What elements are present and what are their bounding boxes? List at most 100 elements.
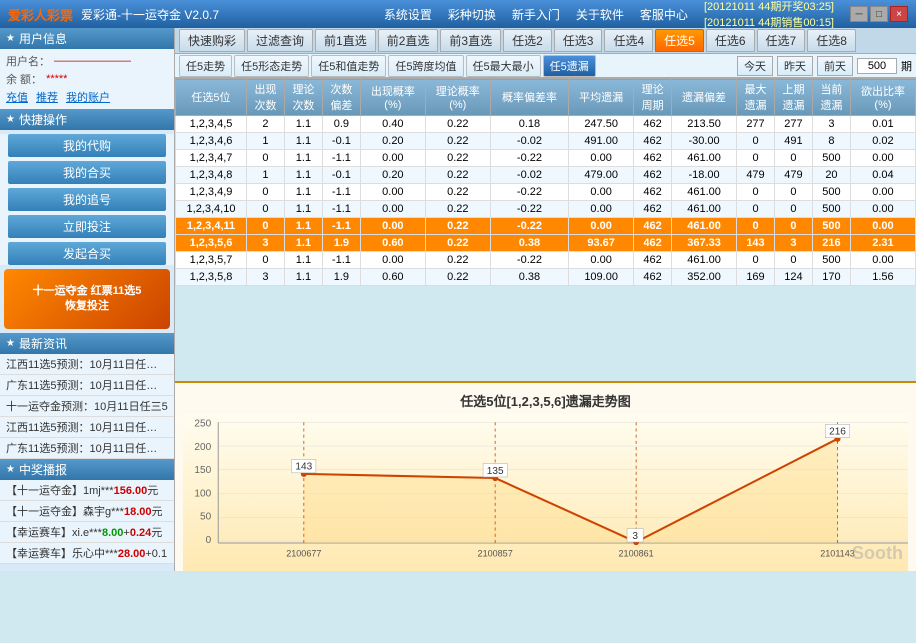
table-row[interactable]: 1,2,3,4,1101.1-1.10.000.22-0.220.0046246…	[176, 218, 916, 235]
news-item[interactable]: 十一运夺金预测：10月11日任三5	[0, 396, 174, 417]
menu-system-settings[interactable]: 系统设置	[384, 6, 432, 23]
subtab-sum-trend[interactable]: 任5和值走势	[311, 55, 386, 77]
table-cell: 500	[812, 184, 850, 201]
table-cell: -0.1	[322, 167, 360, 184]
table-cell: -0.22	[490, 218, 568, 235]
news-item[interactable]: 江西11选5预测：10月11日任三中	[0, 354, 174, 375]
tab-choose2[interactable]: 任选2	[503, 29, 552, 52]
close-button[interactable]: ×	[890, 6, 908, 22]
table-cell: 3	[774, 235, 812, 252]
subtab-form-trend[interactable]: 任5形态走势	[234, 55, 309, 77]
menu-customer[interactable]: 客服中心	[640, 6, 688, 23]
banner[interactable]: 十一运夺金 红票11选5恢复投注	[4, 269, 170, 329]
table-cell: 0.00	[850, 184, 915, 201]
table-row[interactable]: 1,2,3,4,811.1-0.10.200.22-0.02479.00462-…	[176, 167, 916, 184]
recharge-link[interactable]: 充值	[6, 89, 28, 105]
table-cell: 1.1	[284, 167, 322, 184]
news-item[interactable]: 广东11选5预测：10月11日任三中	[0, 375, 174, 396]
table-cell: 0	[737, 218, 775, 235]
tab-choose4[interactable]: 任选4	[604, 29, 653, 52]
news-item[interactable]: 广东11选5预测：10月11日任四中	[0, 438, 174, 459]
table-cell: -0.22	[490, 184, 568, 201]
minimize-button[interactable]: ─	[850, 6, 868, 22]
svg-text:2100677: 2100677	[286, 548, 321, 558]
menu-newbie[interactable]: 新手入门	[512, 6, 560, 23]
table-cell: 0.00	[569, 150, 634, 167]
tab-choose8[interactable]: 任选8	[807, 29, 856, 52]
table-cell: 0.00	[850, 252, 915, 269]
table-row[interactable]: 1,2,3,4,1001.1-1.10.000.22-0.220.0046246…	[176, 201, 916, 218]
table-area[interactable]: 任选5位 出现次数 理论次数 次数偏差 出现概率(%) 理论概率(%) 概率偏差…	[175, 78, 916, 381]
maximize-button[interactable]: □	[870, 6, 888, 22]
table-cell: 500	[812, 201, 850, 218]
table-cell: 3	[246, 235, 284, 252]
table-cell: 216	[812, 235, 850, 252]
my-chase-button[interactable]: 我的追号	[8, 188, 166, 211]
menu-color-switch[interactable]: 彩种切换	[448, 6, 496, 23]
recommend-link[interactable]: 推荐	[36, 89, 58, 105]
prize-header: 中奖播报	[0, 459, 174, 480]
tab-front2[interactable]: 前2直选	[378, 29, 439, 52]
tab-choose3[interactable]: 任选3	[554, 29, 603, 52]
tab-choose5[interactable]: 任选5	[655, 29, 704, 52]
chart-area: 任选5位[1,2,3,5,6]遗漏走势图 250 200 150	[175, 381, 916, 571]
table-cell: 0.20	[360, 167, 425, 184]
quick-ops-section: 我的代购 我的合买 我的追号 立即投注 发起合买	[0, 134, 174, 265]
svg-text:100: 100	[194, 488, 211, 499]
table-cell: 0.60	[360, 235, 425, 252]
table-row[interactable]: 1,2,3,4,521.10.90.400.220.18247.50462213…	[176, 116, 916, 133]
svg-text:2101143: 2101143	[820, 548, 855, 558]
table-cell: 0.9	[322, 116, 360, 133]
invest-button[interactable]: 立即投注	[8, 215, 166, 238]
th-ratio: 欲出比率(%)	[850, 79, 915, 116]
my-group-button[interactable]: 我的合买	[8, 161, 166, 184]
table-cell: 8	[812, 133, 850, 150]
tab-front3[interactable]: 前3直选	[440, 29, 501, 52]
prize-item[interactable]: 【幸运赛车】xi.e***8.00+0.24元	[0, 522, 174, 543]
table-cell: 461.00	[672, 150, 737, 167]
prize-item[interactable]: 【十一运夺金】森宇g***18.00元	[0, 501, 174, 522]
table-cell: -0.02	[490, 167, 568, 184]
tab-filter-query[interactable]: 过滤查询	[247, 29, 313, 52]
news-item[interactable]: 江西11选5预测：10月11日任四中	[0, 417, 174, 438]
table-cell: 479	[737, 167, 775, 184]
my-account-link[interactable]: 我的账户	[66, 89, 110, 105]
table-cell: 1.1	[284, 133, 322, 150]
table-cell: 0.18	[490, 116, 568, 133]
user-links: 充值 推荐 我的账户	[6, 89, 168, 105]
prize-item[interactable]: 【幸运赛车】乐心中***28.00+0.1	[0, 543, 174, 564]
table-cell: 0.00	[360, 252, 425, 269]
table-row[interactable]: 1,2,3,5,831.11.90.600.220.38109.00462352…	[176, 269, 916, 286]
today-btn[interactable]: 今天	[737, 56, 773, 76]
table-cell: 0.00	[569, 252, 634, 269]
my-proxy-button[interactable]: 我的代购	[8, 134, 166, 157]
yesterday-btn[interactable]: 昨天	[777, 56, 813, 76]
menu-about[interactable]: 关于软件	[576, 6, 624, 23]
tab-choose7[interactable]: 任选7	[757, 29, 806, 52]
table-row[interactable]: 1,2,3,5,631.11.90.600.220.3893.67462367.…	[176, 235, 916, 252]
th-max-miss: 最大遗漏	[737, 79, 775, 116]
table-cell: 491.00	[569, 133, 634, 150]
table-row[interactable]: 1,2,3,4,611.1-0.10.200.22-0.02491.00462-…	[176, 133, 916, 150]
tab-front1[interactable]: 前1直选	[315, 29, 376, 52]
table-cell: 143	[737, 235, 775, 252]
subtab-span-avg[interactable]: 任5跨度均值	[388, 55, 463, 77]
table-cell: 1	[246, 133, 284, 150]
table-row[interactable]: 1,2,3,5,701.1-1.10.000.22-0.220.00462461…	[176, 252, 916, 269]
recent-btn[interactable]: 前天	[817, 56, 853, 76]
subtab-max-min[interactable]: 任5最大最小	[466, 55, 541, 77]
app-title: 爱彩通-十一运夺金 V2.0.7	[81, 6, 219, 23]
table-cell: 462	[634, 133, 672, 150]
table-cell: 0	[774, 201, 812, 218]
subtab-trend[interactable]: 任5走势	[179, 55, 232, 77]
table-cell: 462	[634, 252, 672, 269]
table-cell: 1.1	[284, 269, 322, 286]
subtab-miss[interactable]: 任5遗漏	[543, 55, 596, 77]
tab-quick-buy[interactable]: 快速购彩	[179, 29, 245, 52]
start-group-button[interactable]: 发起合买	[8, 242, 166, 265]
tab-choose6[interactable]: 任选6	[706, 29, 755, 52]
period-input[interactable]	[857, 58, 897, 74]
prize-item[interactable]: 【十一运夺金】1mj***156.00元	[0, 480, 174, 501]
table-row[interactable]: 1,2,3,4,901.1-1.10.000.22-0.220.00462461…	[176, 184, 916, 201]
table-row[interactable]: 1,2,3,4,701.1-1.10.000.22-0.220.00462461…	[176, 150, 916, 167]
